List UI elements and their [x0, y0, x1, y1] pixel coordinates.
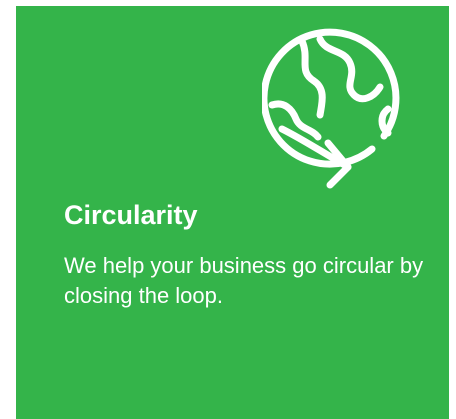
globe-arrow-icon	[262, 28, 400, 189]
card-description: We help your business go circular by clo…	[64, 253, 424, 308]
card-title: Circularity	[64, 200, 198, 230]
circularity-card: Circularity We help your business go cir…	[16, 6, 449, 419]
